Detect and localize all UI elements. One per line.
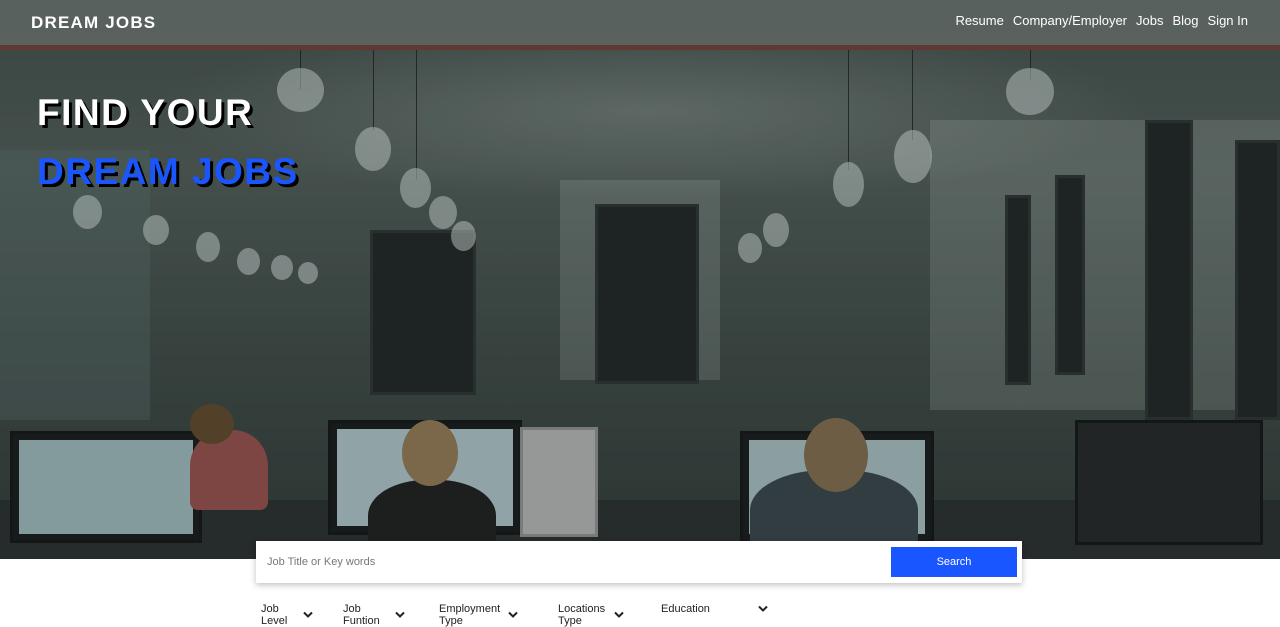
hero-background (0, 0, 1280, 559)
filter-employment-type[interactable]: Employment Type (439, 603, 518, 627)
hero-headline: FIND YOUR DREAM JOBS (37, 93, 299, 192)
filter-job-function[interactable]: Job Funtion (343, 603, 405, 627)
nav-link-resume[interactable]: Resume (955, 13, 1003, 28)
search-input[interactable] (260, 547, 886, 577)
hero-overlay (0, 0, 1280, 559)
filter-label: Job Level (261, 603, 288, 627)
chevron-down-icon (758, 604, 768, 614)
search-bar: Search (256, 541, 1022, 583)
filter-label: Education (661, 603, 710, 615)
nav-links: Resume Company/Employer Jobs Blog Sign I… (955, 13, 1248, 28)
filter-job-level[interactable]: Job Level (261, 603, 313, 627)
chevron-down-icon (395, 610, 405, 620)
filter-label: Employment Type (439, 603, 501, 627)
nav-link-company-employer[interactable]: Company/Employer (1013, 13, 1127, 28)
chevron-down-icon (303, 610, 313, 620)
hero-title-line-2: DREAM JOBS (37, 151, 299, 192)
filter-education[interactable]: Education (661, 603, 768, 615)
nav-link-sign-in[interactable]: Sign In (1208, 13, 1248, 28)
nav-link-blog[interactable]: Blog (1172, 13, 1198, 28)
nav-link-jobs[interactable]: Jobs (1136, 13, 1163, 28)
search-button[interactable]: Search (891, 547, 1017, 577)
filter-locations-type[interactable]: Locations Type (558, 603, 624, 627)
chevron-down-icon (508, 610, 518, 620)
filter-label: Locations Type (558, 603, 606, 627)
hero-title-line-1: FIND YOUR (37, 92, 254, 133)
brand-logo[interactable]: DREAM JOBS (31, 13, 156, 33)
navbar: DREAM JOBS Resume Company/Employer Jobs … (0, 0, 1280, 45)
chevron-down-icon (614, 610, 624, 620)
filter-label: Job Funtion (343, 603, 380, 627)
